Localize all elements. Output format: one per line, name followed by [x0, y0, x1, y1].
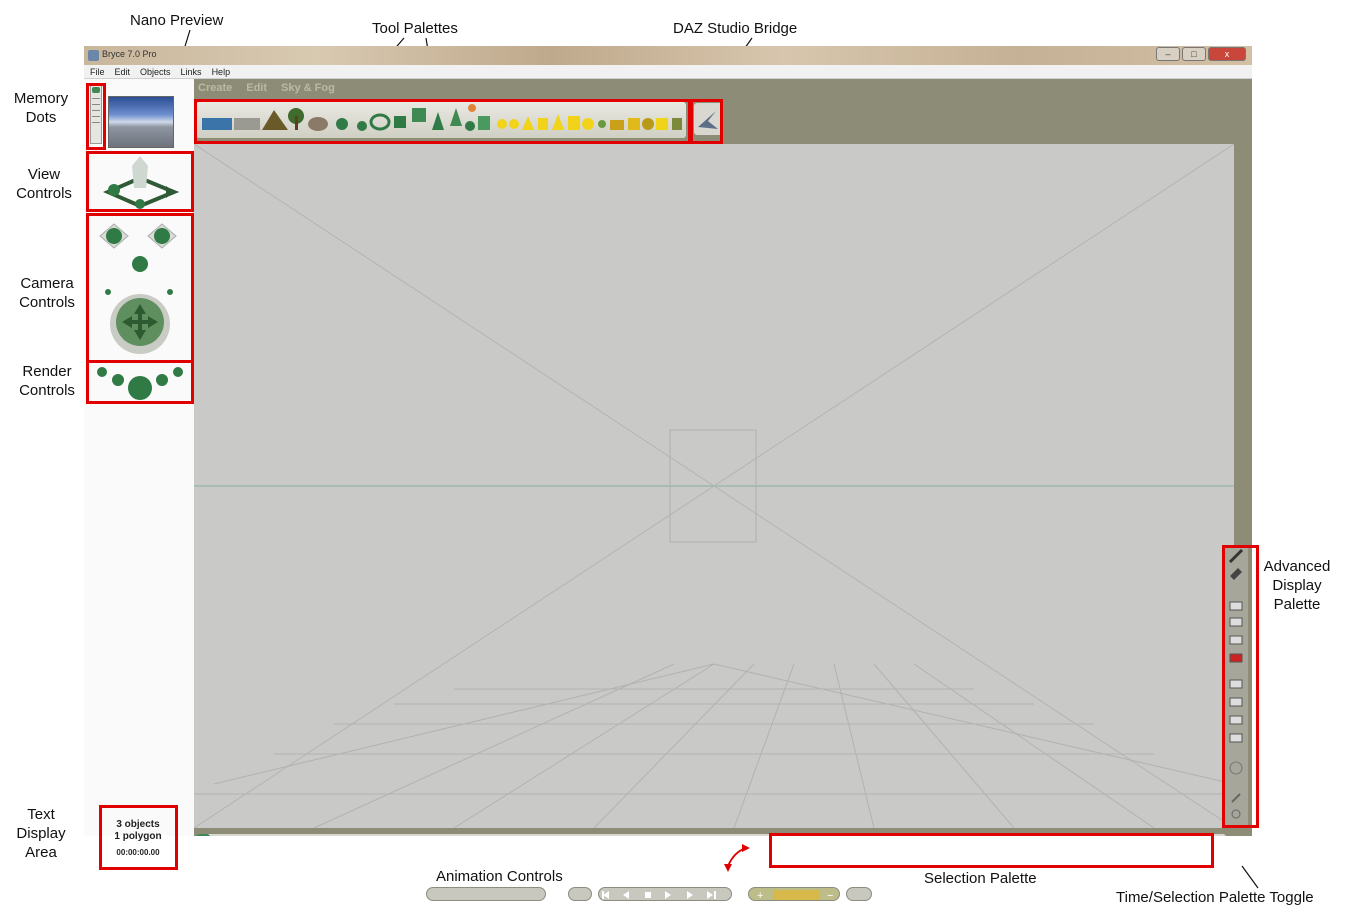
menu-file[interactable]: File: [90, 65, 105, 78]
bryce-window: Bryce 7.0 Pro – □ x File Edit Objects Li…: [84, 46, 1252, 836]
highlight-selection-palette: [769, 833, 1214, 868]
highlight-camera-controls: [86, 213, 194, 363]
title-bar[interactable]: Bryce 7.0 Pro – □ x: [84, 46, 1252, 65]
highlight-text-display: [99, 805, 178, 870]
scene-viewport[interactable]: [194, 144, 1234, 828]
window-title: Bryce 7.0 Pro: [102, 49, 157, 59]
highlight-advanced-display: [1222, 545, 1259, 828]
animation-controls: + −: [426, 884, 884, 904]
label-advanced-display: Advanced Display Palette: [1263, 558, 1331, 613]
highlight-daz-bridge: [690, 99, 723, 144]
keyframe-add-remove[interactable]: + −: [748, 887, 840, 902]
label-view-controls: View Controls: [16, 166, 72, 202]
nano-preview-image[interactable]: [108, 96, 174, 148]
svg-text:+: +: [757, 890, 763, 902]
highlight-render-controls: [86, 360, 194, 404]
highlight-memory-dots: [86, 83, 106, 150]
label-camera-controls: Camera Controls: [19, 275, 75, 311]
menu-help[interactable]: Help: [212, 65, 231, 78]
animation-keyframe-strip[interactable]: [426, 887, 546, 901]
label-daz-bridge: DAZ Studio Bridge: [673, 20, 798, 37]
close-button[interactable]: x: [1208, 47, 1246, 61]
minimize-button[interactable]: –: [1156, 47, 1180, 61]
palette-tabs: Create Edit Sky & Fog: [198, 82, 335, 94]
menu-edit[interactable]: Edit: [115, 65, 131, 78]
label-render-controls: Render Controls: [19, 363, 75, 399]
maximize-button[interactable]: □: [1182, 47, 1206, 61]
label-text-display: Text Display Area: [16, 806, 66, 861]
menu-bar: File Edit Objects Links Help: [84, 65, 1252, 79]
label-nano-preview: Nano Preview: [130, 12, 224, 29]
label-memory-dots: Memory Dots: [13, 90, 69, 126]
menu-links[interactable]: Links: [181, 65, 202, 78]
tab-sky-fog[interactable]: Sky & Fog: [281, 82, 335, 94]
tab-create[interactable]: Create: [198, 82, 232, 94]
animation-memory-button[interactable]: [568, 887, 592, 901]
label-tool-palettes: Tool Palettes: [372, 20, 458, 37]
label-selection-palette: Selection Palette: [924, 870, 1037, 887]
highlight-view-controls: [86, 151, 194, 212]
label-time-selection-toggle: Time/Selection Palette Toggle: [1116, 889, 1314, 905]
tab-edit[interactable]: Edit: [246, 82, 267, 94]
menu-objects[interactable]: Objects: [140, 65, 171, 78]
animation-options-button[interactable]: [846, 887, 872, 901]
svg-text:−: −: [827, 890, 833, 902]
highlight-tool-palettes: [194, 99, 691, 144]
playback-controls[interactable]: [598, 887, 732, 901]
app-icon: [88, 50, 99, 61]
